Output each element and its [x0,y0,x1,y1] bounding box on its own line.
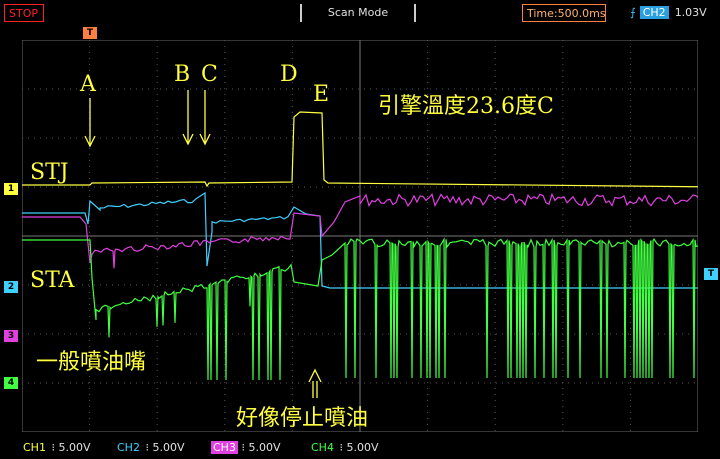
channel-scale-bar: CH1 ⁝ 5.00V CH2 ⁝ 5.00V CH3 ⁝ 5.00V CH4 … [0,437,720,459]
arrow-up-icon [308,368,322,398]
trigger-level: 1.03V [674,6,707,19]
ch3-scale[interactable]: CH3 ⁝ 5.00V [208,440,283,456]
annotation-d: D [280,62,298,87]
arrow-c-icon [199,90,211,146]
arrow-b-icon [182,90,194,146]
top-toolbar: STOP Scan Mode Time:500.0ms ⨍ CH2 1.03V [0,0,720,26]
ch1-level-marker[interactable]: 1 [4,183,18,195]
annotation-c: C [201,62,218,87]
trigger-level-marker[interactable]: T [704,268,718,280]
normal-injector-label: 一般噴油嘴 [36,350,147,375]
annotation-a: A [80,72,96,97]
ch4-level-marker[interactable]: 4 [4,377,18,389]
trigger-channel: CH2 [639,6,669,19]
engine-temperature-note: 引擎溫度23.6度C [378,94,554,119]
ch3-level-marker[interactable]: 3 [4,330,18,342]
run-stop-status[interactable]: STOP [4,4,44,22]
annotation-b: B [174,62,191,87]
arrow-a-icon [84,98,96,148]
trigger-settings[interactable]: ⨍ CH2 1.03V [626,4,718,22]
trigger-position-marker[interactable]: T [83,27,97,39]
scan-mode-label[interactable]: Scan Mode [300,4,416,22]
ch2-scale[interactable]: CH2 ⁝ 5.00V [112,440,187,456]
ch1-scale[interactable]: CH1 ⁝ 5.00V [18,440,93,456]
stj-label: STJ [30,160,69,185]
ch4-scale[interactable]: CH4 ⁝ 5.00V [306,440,381,456]
annotation-e: E [313,82,330,107]
sta-label: STA [30,268,75,293]
timebase-readout[interactable]: Time:500.0ms [522,4,606,22]
stop-injection-note: 好像停止噴油 [236,406,369,431]
ch2-level-marker[interactable]: 2 [4,281,18,293]
rising-edge-icon: ⨍ [630,6,636,19]
oscilloscope-screen: STOP Scan Mode Time:500.0ms ⨍ CH2 1.03V T … [0,0,720,459]
